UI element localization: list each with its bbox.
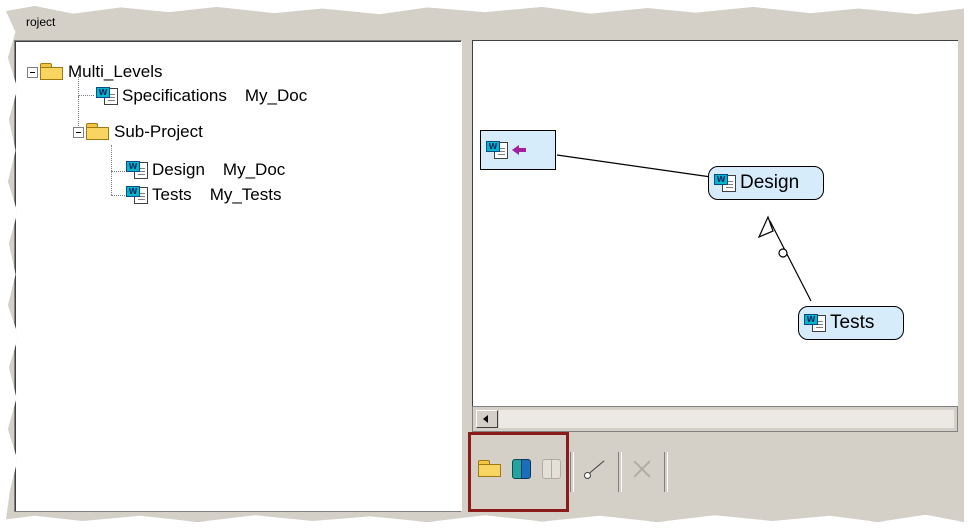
tree-item-label: Specifications [122,86,227,105]
tree-item-label: Sub-Project [114,122,203,141]
diagram-node-design[interactable]: W Design [708,166,824,200]
link-button[interactable] [580,452,608,486]
tree-item-label: Multi_Levels [68,62,163,81]
diagram-node-label: Tests [830,312,875,333]
diagram-canvas[interactable] [472,40,958,432]
collapse-toggle-icon[interactable] [73,126,84,138]
project-tree[interactable]: Multi_Levels W Specifications My_Doc Sub… [14,40,462,512]
tree-item-label: Design [152,160,205,179]
folder-icon [85,123,111,141]
project-window: roject Multi_Levels W Specifications My_… [6,6,964,522]
collapse-toggle-icon[interactable] [27,66,38,78]
arrowhead-icon [757,215,774,239]
diagram-node-tests[interactable]: W Tests [798,306,904,340]
scroll-left-button[interactable] [476,410,498,428]
tree-item-specifications[interactable]: W Specifications My_Doc [95,85,307,107]
horizontal-scrollbar[interactable] [472,406,958,432]
word-document-icon: W [95,86,119,106]
tree-item-label: Tests [152,185,192,204]
toolbar-separator [618,452,622,492]
delete-button[interactable] [628,452,656,486]
diagram-source-node[interactable]: W [480,130,556,170]
window-title: roject [26,15,56,29]
tree-connector [111,195,125,196]
folder-icon [39,63,65,81]
dependency-line [556,154,712,178]
word-document-icon: W [713,173,737,193]
scroll-track[interactable] [499,410,954,428]
tree-item-design[interactable]: W Design My_Doc [125,159,285,181]
diagram-links [556,154,812,302]
link-joint-icon [778,248,788,258]
tree-item-tests[interactable]: W Tests My_Tests [125,184,281,206]
word-document-icon: W [125,160,149,180]
diagram-node-label: Design [740,172,800,193]
tree-item-type: My_Doc [244,86,308,105]
tree-item-type: My_Tests [209,185,282,204]
dependency-line [769,220,812,302]
tree-connector [111,145,112,195]
tree-item-sub-project[interactable]: Sub-Project [73,121,203,143]
word-document-icon: W [803,313,827,333]
close-x-icon [630,457,654,481]
toolbar-separator [664,452,668,492]
highlight-box [468,432,569,512]
link-icon [581,456,607,482]
tree-connector [111,171,125,172]
word-document-icon: W [485,140,509,160]
tree-connector [78,95,94,96]
toolbar-separator [570,452,574,492]
tree-item-type: My_Doc [222,160,286,179]
tree-item-multi-levels[interactable]: Multi_Levels [27,61,163,83]
arrow-left-icon [512,144,528,156]
word-document-icon: W [125,185,149,205]
window-titlebar: roject [6,6,964,36]
